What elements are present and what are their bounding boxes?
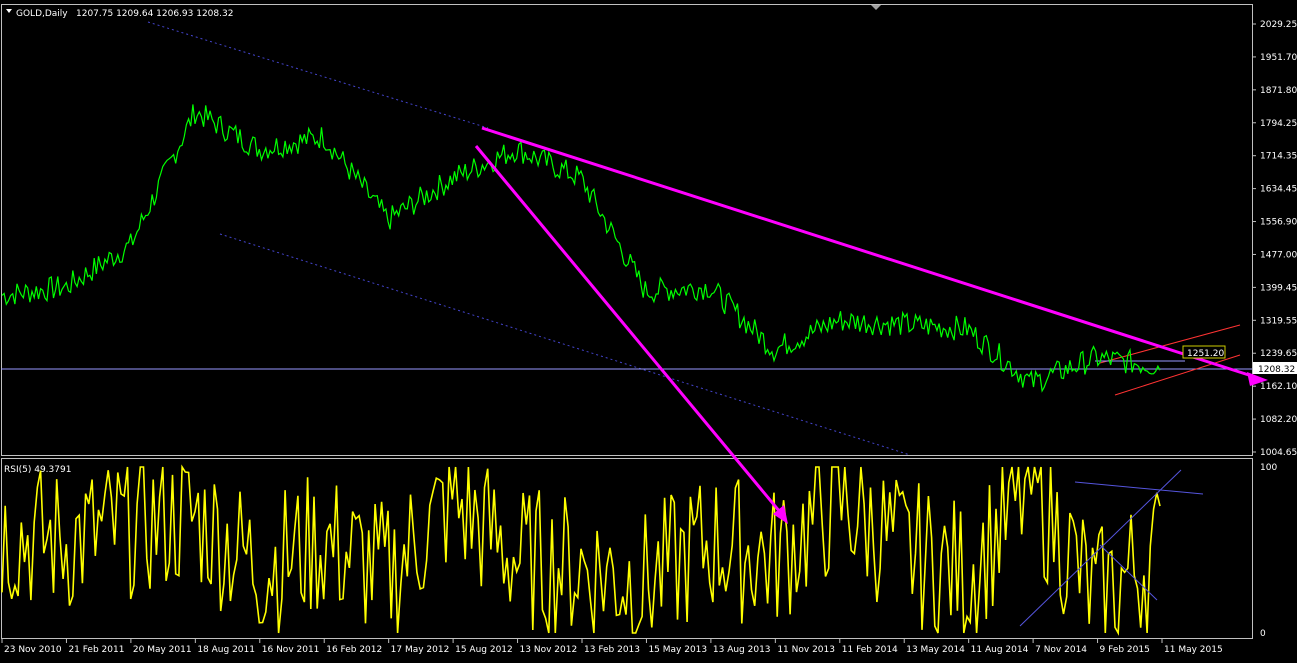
price-tick-label: 1951.70 (1260, 53, 1297, 63)
time-tick-label: 15 Aug 2012 (455, 645, 513, 655)
time-tick-label: 23 Nov 2010 (4, 645, 62, 655)
ohlc-readout: 1207.75 1209.64 1206.93 1208.32 (76, 9, 233, 19)
rsi-label: RSI(5) 49.3791 (4, 465, 71, 475)
time-tick-label: 20 May 2011 (133, 645, 192, 655)
price-tick-label: 1714.35 (1260, 152, 1297, 162)
price-tick-label: 1082.20 (1260, 415, 1297, 425)
time-tick-label: 11 May 2015 (1164, 645, 1223, 655)
time-tick-label: 13 Feb 2013 (584, 645, 640, 655)
time-tick-label: 17 May 2012 (391, 645, 450, 655)
price-tick-label: 1556.90 (1260, 218, 1297, 228)
time-tick-label: 13 Nov 2012 (520, 645, 578, 655)
price-tick-label: 1239.65 (1260, 349, 1297, 359)
time-tick-label: 21 Feb 2011 (68, 645, 124, 655)
time-tick-label: 11 Nov 2013 (777, 645, 835, 655)
price-tick-label: 2029.25 (1260, 20, 1297, 30)
price-tick-label: 1871.80 (1260, 86, 1297, 96)
time-tick-label: 16 Nov 2011 (262, 645, 320, 655)
time-tick-label: 13 Aug 2013 (713, 645, 771, 655)
time-tick-label: 11 Feb 2014 (842, 645, 898, 655)
price-tick-label: 1162.10 (1260, 382, 1297, 392)
price-tick-label: 1004.65 (1260, 448, 1297, 458)
time-tick-label: 7 Nov 2014 (1035, 645, 1087, 655)
time-tick-label: 16 Feb 2012 (326, 645, 382, 655)
time-tick-label: 11 Aug 2014 (971, 645, 1029, 655)
chart-window[interactable]: GOLD,Daily 1207.75 1209.64 1206.93 1208.… (0, 0, 1297, 659)
time-tick-label: 9 Feb 2015 (1100, 645, 1150, 655)
chart-canvas[interactable]: GOLD,Daily 1207.75 1209.64 1206.93 1208.… (0, 0, 1297, 659)
price-tick-label: 1794.25 (1260, 119, 1297, 129)
current-price-text: 1208.32 (1258, 365, 1295, 375)
time-tick-label: 15 May 2013 (648, 645, 707, 655)
price-tick-label: 1319.55 (1260, 316, 1297, 326)
price-tick-label: 1634.45 (1260, 185, 1297, 195)
price-tick-label: 1477.00 (1260, 250, 1297, 260)
time-tick-label: 13 May 2014 (906, 645, 965, 655)
rsi-tick-label: 0 (1260, 629, 1266, 639)
annotation-price-text: 1251.20 (1187, 349, 1224, 359)
symbol-label: GOLD,Daily (16, 9, 68, 19)
rsi-tick-label: 100 (1260, 463, 1277, 473)
price-tick-label: 1399.45 (1260, 283, 1297, 293)
time-tick-label: 18 Aug 2011 (197, 645, 255, 655)
